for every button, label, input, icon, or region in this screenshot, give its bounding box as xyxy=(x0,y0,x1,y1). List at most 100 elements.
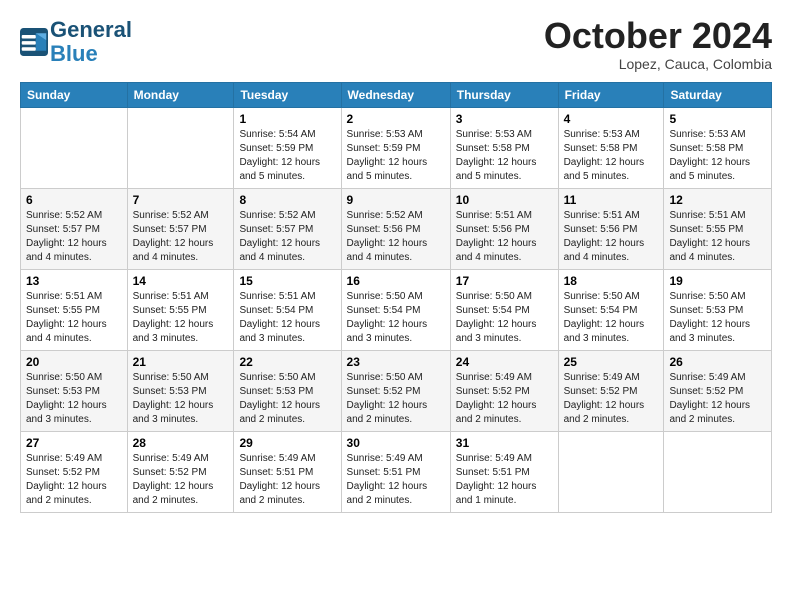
day-info: Sunrise: 5:50 AMSunset: 5:53 PMDaylight:… xyxy=(26,371,122,427)
day-info: Sunrise: 5:49 AMSunset: 5:52 PMDaylight:… xyxy=(133,452,229,508)
logo: General Blue xyxy=(20,18,132,66)
day-info: Sunrise: 5:49 AMSunset: 5:52 PMDaylight:… xyxy=(564,371,659,427)
day-number: 18 xyxy=(564,274,659,288)
col-wednesday: Wednesday xyxy=(341,83,450,108)
day-info: Sunrise: 5:53 AMSunset: 5:59 PMDaylight:… xyxy=(347,128,445,184)
day-number: 15 xyxy=(239,274,335,288)
day-info: Sunrise: 5:51 AMSunset: 5:55 PMDaylight:… xyxy=(669,209,766,265)
day-info: Sunrise: 5:53 AMSunset: 5:58 PMDaylight:… xyxy=(564,128,659,184)
col-sunday: Sunday xyxy=(21,83,128,108)
day-number: 8 xyxy=(239,193,335,207)
week-row-1: 1Sunrise: 5:54 AMSunset: 5:59 PMDaylight… xyxy=(21,108,772,189)
col-monday: Monday xyxy=(127,83,234,108)
header: General Blue October 2024 Lopez, Cauca, … xyxy=(20,18,772,72)
day-number: 12 xyxy=(669,193,766,207)
day-number: 13 xyxy=(26,274,122,288)
day-number: 7 xyxy=(133,193,229,207)
logo-line2: Blue xyxy=(50,42,132,66)
day-number: 24 xyxy=(456,355,553,369)
day-number: 9 xyxy=(347,193,445,207)
day-info: Sunrise: 5:51 AMSunset: 5:56 PMDaylight:… xyxy=(456,209,553,265)
header-row: Sunday Monday Tuesday Wednesday Thursday… xyxy=(21,83,772,108)
calendar-header: Sunday Monday Tuesday Wednesday Thursday… xyxy=(21,83,772,108)
day-number: 23 xyxy=(347,355,445,369)
calendar-cell: 2Sunrise: 5:53 AMSunset: 5:59 PMDaylight… xyxy=(341,108,450,189)
calendar-cell: 23 Sunrise: 5:50 AMSunset: 5:52 PMDayligh… xyxy=(341,351,450,432)
day-info: Sunrise: 5:50 AMSunset: 5:53 PMDaylight:… xyxy=(239,371,335,427)
col-saturday: Saturday xyxy=(664,83,772,108)
calendar-cell xyxy=(21,108,128,189)
day-info: Sunrise: 5:50 AMSunset: 5:54 PMDaylight:… xyxy=(456,290,553,346)
day-number: 1 xyxy=(239,112,335,126)
calendar-cell: 22 Sunrise: 5:50 AMSunset: 5:53 PMDayligh… xyxy=(234,351,341,432)
calendar-cell: 16 Sunrise: 5:50 AMSunset: 5:54 PMDayligh… xyxy=(341,270,450,351)
day-number: 29 xyxy=(239,436,335,450)
calendar-cell: 15 Sunrise: 5:51 AMSunset: 5:54 PMDayligh… xyxy=(234,270,341,351)
calendar-cell: 1Sunrise: 5:54 AMSunset: 5:59 PMDaylight… xyxy=(234,108,341,189)
day-number: 3 xyxy=(456,112,553,126)
day-info: Sunrise: 5:50 AMSunset: 5:54 PMDaylight:… xyxy=(347,290,445,346)
calendar-cell: 4 Sunrise: 5:53 AMSunset: 5:58 PMDaylight… xyxy=(558,108,664,189)
calendar: Sunday Monday Tuesday Wednesday Thursday… xyxy=(20,82,772,513)
calendar-cell: 3 Sunrise: 5:53 AMSunset: 5:58 PMDaylight… xyxy=(450,108,558,189)
day-number: 31 xyxy=(456,436,553,450)
calendar-cell: 31Sunrise: 5:49 AMSunset: 5:51 PMDayligh… xyxy=(450,432,558,513)
day-number: 11 xyxy=(564,193,659,207)
week-row-2: 6Sunrise: 5:52 AMSunset: 5:57 PMDaylight… xyxy=(21,189,772,270)
calendar-cell: 21Sunrise: 5:50 AMSunset: 5:53 PMDayligh… xyxy=(127,351,234,432)
day-info: Sunrise: 5:52 AMSunset: 5:56 PMDaylight:… xyxy=(347,209,445,265)
week-row-3: 13 Sunrise: 5:51 AMSunset: 5:55 PMDayligh… xyxy=(21,270,772,351)
day-info: Sunrise: 5:50 AMSunset: 5:52 PMDaylight:… xyxy=(347,371,445,427)
day-info: Sunrise: 5:51 AMSunset: 5:55 PMDaylight:… xyxy=(26,290,122,346)
calendar-cell: 11Sunrise: 5:51 AMSunset: 5:56 PMDayligh… xyxy=(558,189,664,270)
calendar-cell: 19 Sunrise: 5:50 AMSunset: 5:53 PMDayligh… xyxy=(664,270,772,351)
calendar-cell: 9 Sunrise: 5:52 AMSunset: 5:56 PMDaylight… xyxy=(341,189,450,270)
day-info: Sunrise: 5:52 AMSunset: 5:57 PMDaylight:… xyxy=(26,209,122,265)
calendar-cell: 12 Sunrise: 5:51 AMSunset: 5:55 PMDayligh… xyxy=(664,189,772,270)
month-title: October 2024 xyxy=(544,18,772,54)
calendar-cell xyxy=(558,432,664,513)
day-info: Sunrise: 5:50 AMSunset: 5:53 PMDaylight:… xyxy=(669,290,766,346)
calendar-cell: 25 Sunrise: 5:49 AMSunset: 5:52 PMDayligh… xyxy=(558,351,664,432)
day-info: Sunrise: 5:49 AMSunset: 5:51 PMDaylight:… xyxy=(347,452,445,508)
calendar-cell: 20Sunrise: 5:50 AMSunset: 5:53 PMDayligh… xyxy=(21,351,128,432)
week-row-5: 27 Sunrise: 5:49 AMSunset: 5:52 PMDayligh… xyxy=(21,432,772,513)
day-info: Sunrise: 5:49 AMSunset: 5:52 PMDaylight:… xyxy=(26,452,122,508)
day-number: 19 xyxy=(669,274,766,288)
day-number: 22 xyxy=(239,355,335,369)
calendar-body: 1Sunrise: 5:54 AMSunset: 5:59 PMDaylight… xyxy=(21,108,772,513)
day-info: Sunrise: 5:52 AMSunset: 5:57 PMDaylight:… xyxy=(239,209,335,265)
day-info: Sunrise: 5:53 AMSunset: 5:58 PMDaylight:… xyxy=(669,128,766,184)
day-number: 4 xyxy=(564,112,659,126)
calendar-cell: 6Sunrise: 5:52 AMSunset: 5:57 PMDaylight… xyxy=(21,189,128,270)
day-info: Sunrise: 5:50 AMSunset: 5:53 PMDaylight:… xyxy=(133,371,229,427)
logo-text: General Blue xyxy=(50,18,132,66)
day-number: 10 xyxy=(456,193,553,207)
day-number: 27 xyxy=(26,436,122,450)
calendar-cell: 27 Sunrise: 5:49 AMSunset: 5:52 PMDayligh… xyxy=(21,432,128,513)
calendar-cell: 5Sunrise: 5:53 AMSunset: 5:58 PMDaylight… xyxy=(664,108,772,189)
day-info: Sunrise: 5:51 AMSunset: 5:55 PMDaylight:… xyxy=(133,290,229,346)
day-number: 16 xyxy=(347,274,445,288)
logo-icon xyxy=(20,28,48,56)
calendar-cell xyxy=(127,108,234,189)
location: Lopez, Cauca, Colombia xyxy=(544,56,772,72)
calendar-cell: 13 Sunrise: 5:51 AMSunset: 5:55 PMDayligh… xyxy=(21,270,128,351)
calendar-cell: 29 Sunrise: 5:49 AMSunset: 5:51 PMDayligh… xyxy=(234,432,341,513)
calendar-cell: 14Sunrise: 5:51 AMSunset: 5:55 PMDayligh… xyxy=(127,270,234,351)
col-tuesday: Tuesday xyxy=(234,83,341,108)
col-friday: Friday xyxy=(558,83,664,108)
day-info: Sunrise: 5:49 AMSunset: 5:52 PMDaylight:… xyxy=(456,371,553,427)
page: General Blue October 2024 Lopez, Cauca, … xyxy=(0,0,792,523)
calendar-cell: 24 Sunrise: 5:49 AMSunset: 5:52 PMDayligh… xyxy=(450,351,558,432)
calendar-cell: 10 Sunrise: 5:51 AMSunset: 5:56 PMDayligh… xyxy=(450,189,558,270)
day-info: Sunrise: 5:49 AMSunset: 5:52 PMDaylight:… xyxy=(669,371,766,427)
day-info: Sunrise: 5:52 AMSunset: 5:57 PMDaylight:… xyxy=(133,209,229,265)
calendar-cell: 8 Sunrise: 5:52 AMSunset: 5:57 PMDaylight… xyxy=(234,189,341,270)
day-number: 25 xyxy=(564,355,659,369)
day-info: Sunrise: 5:53 AMSunset: 5:58 PMDaylight:… xyxy=(456,128,553,184)
calendar-cell: 26 Sunrise: 5:49 AMSunset: 5:52 PMDayligh… xyxy=(664,351,772,432)
day-number: 26 xyxy=(669,355,766,369)
day-info: Sunrise: 5:51 AMSunset: 5:54 PMDaylight:… xyxy=(239,290,335,346)
day-info: Sunrise: 5:49 AMSunset: 5:51 PMDaylight:… xyxy=(239,452,335,508)
